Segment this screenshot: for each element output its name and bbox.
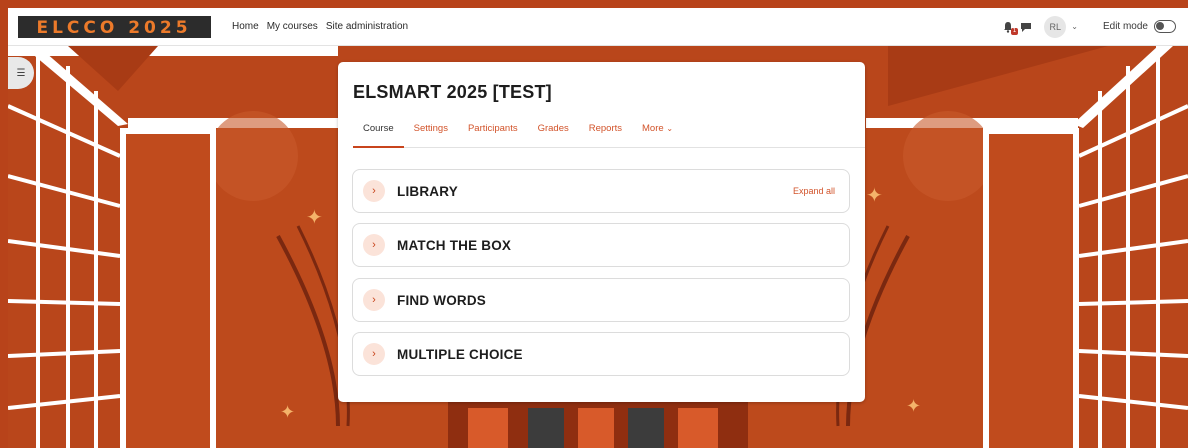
- svg-text:✦: ✦: [306, 205, 323, 229]
- page-title: ELSMART 2025 [TEST]: [353, 82, 552, 102]
- nav-site-administration[interactable]: Site administration: [326, 21, 408, 32]
- svg-text:✦: ✦: [866, 183, 883, 207]
- tab-participants[interactable]: Participants: [458, 120, 528, 147]
- notification-badge: 1: [1010, 27, 1019, 35]
- chevron-down-icon[interactable]: ⌄: [1071, 22, 1078, 31]
- section-match-the-box[interactable]: › MATCH THE BOX: [352, 223, 850, 267]
- section-find-words[interactable]: › FIND WORDS: [352, 278, 850, 322]
- section-multiple-choice[interactable]: › MULTIPLE CHOICE: [352, 332, 850, 376]
- section-title: MATCH THE BOX: [397, 237, 512, 253]
- tab-settings[interactable]: Settings: [404, 120, 458, 147]
- list-icon: ☰: [16, 67, 26, 79]
- section-title: LIBRARY: [397, 183, 458, 199]
- tab-more-label: More: [642, 123, 664, 134]
- svg-text:✦: ✦: [280, 402, 295, 423]
- secondary-navigation: Course Settings Participants Grades Repo…: [353, 120, 865, 148]
- chevron-down-icon: ⌄: [666, 124, 674, 133]
- chevron-right-icon[interactable]: ›: [363, 234, 385, 256]
- tab-reports[interactable]: Reports: [579, 120, 632, 147]
- brand-text: ELCCO 2025: [36, 18, 191, 38]
- avatar[interactable]: RL: [1044, 15, 1067, 38]
- site-logo[interactable]: ELCCO 2025: [18, 15, 211, 38]
- user-navigation: 1 RL ⌄ Edit mode: [1002, 15, 1176, 38]
- tab-more[interactable]: More ⌄: [632, 120, 683, 147]
- top-navbar: ELCCO 2025 Home My courses Site administ…: [8, 8, 1188, 46]
- nav-my-courses[interactable]: My courses: [267, 21, 318, 32]
- tab-grades[interactable]: Grades: [528, 120, 579, 147]
- primary-navigation: Home My courses Site administration: [232, 21, 408, 32]
- nav-home[interactable]: Home: [232, 21, 259, 32]
- section-title: FIND WORDS: [397, 292, 486, 308]
- chevron-right-icon[interactable]: ›: [363, 289, 385, 311]
- section-title: MULTIPLE CHOICE: [397, 346, 523, 362]
- chevron-right-icon[interactable]: ›: [363, 343, 385, 365]
- svg-text:✦: ✦: [906, 396, 921, 417]
- section-library[interactable]: › LIBRARY Expand all: [352, 169, 850, 213]
- edit-mode-toggle[interactable]: [1154, 20, 1176, 33]
- expand-all-link[interactable]: Expand all: [793, 186, 835, 196]
- tab-course[interactable]: Course: [353, 120, 404, 148]
- chevron-right-icon[interactable]: ›: [363, 180, 385, 202]
- edit-mode-label: Edit mode: [1102, 21, 1148, 32]
- bell-icon[interactable]: 1: [1002, 21, 1019, 35]
- course-card: ELSMART 2025 [TEST] Course Settings Part…: [338, 62, 865, 402]
- chat-icon[interactable]: [1020, 21, 1032, 33]
